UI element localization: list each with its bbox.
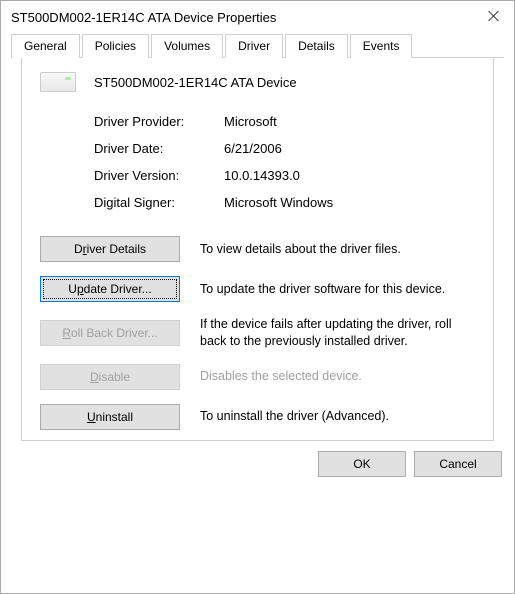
uninstall-desc: To uninstall the driver (Advanced).: [200, 408, 475, 425]
window-title: ST500DM002-1ER14C ATA Device Properties: [11, 10, 276, 25]
row-driver-details: Driver Details To view details about the…: [40, 236, 475, 262]
rollback-driver-desc: If the device fails after updating the d…: [200, 316, 475, 350]
update-driver-desc: To update the driver software for this d…: [200, 281, 475, 298]
driver-date-label: Driver Date:: [94, 141, 224, 156]
tab-policies[interactable]: Policies: [82, 34, 149, 58]
tab-details[interactable]: Details: [285, 34, 348, 58]
driver-details-desc: To view details about the driver files.: [200, 241, 475, 258]
tab-driver[interactable]: Driver: [225, 34, 283, 58]
disable-button: Disable: [40, 364, 180, 390]
tab-volumes[interactable]: Volumes: [151, 34, 223, 58]
rollback-driver-button: Roll Back Driver...: [40, 320, 180, 346]
device-name: ST500DM002-1ER14C ATA Device: [94, 75, 297, 90]
digital-signer-value: Microsoft Windows: [224, 195, 475, 210]
row-disable: Disable Disables the selected device.: [40, 364, 475, 390]
row-rollback-driver: Roll Back Driver... If the device fails …: [40, 316, 475, 350]
uninstall-button[interactable]: Uninstall: [40, 404, 180, 430]
tab-events[interactable]: Events: [350, 34, 413, 58]
close-icon[interactable]: [486, 9, 502, 25]
tab-strip: General Policies Volumes Driver Details …: [1, 33, 514, 441]
drive-icon: [40, 72, 76, 92]
driver-version-label: Driver Version:: [94, 168, 224, 183]
driver-provider-label: Driver Provider:: [94, 114, 224, 129]
tab-general[interactable]: General: [11, 34, 80, 58]
update-driver-button[interactable]: Update Driver...: [40, 276, 180, 302]
action-rows: Driver Details To view details about the…: [40, 236, 475, 430]
digital-signer-label: Digital Signer:: [94, 195, 224, 210]
ok-button[interactable]: OK: [318, 451, 406, 477]
tab-panel-driver: ST500DM002-1ER14C ATA Device Driver Prov…: [21, 58, 494, 441]
driver-version-value: 10.0.14393.0: [224, 168, 475, 183]
device-header: ST500DM002-1ER14C ATA Device: [40, 72, 475, 92]
driver-info-grid: Driver Provider: Microsoft Driver Date: …: [94, 114, 475, 210]
driver-provider-value: Microsoft: [224, 114, 475, 129]
dialog-footer: OK Cancel: [1, 441, 514, 489]
disable-desc: Disables the selected device.: [200, 368, 475, 385]
titlebar: ST500DM002-1ER14C ATA Device Properties: [1, 1, 514, 33]
cancel-button[interactable]: Cancel: [414, 451, 502, 477]
row-uninstall: Uninstall To uninstall the driver (Advan…: [40, 404, 475, 430]
driver-details-button[interactable]: Driver Details: [40, 236, 180, 262]
driver-date-value: 6/21/2006: [224, 141, 475, 156]
row-update-driver: Update Driver... To update the driver so…: [40, 276, 475, 302]
